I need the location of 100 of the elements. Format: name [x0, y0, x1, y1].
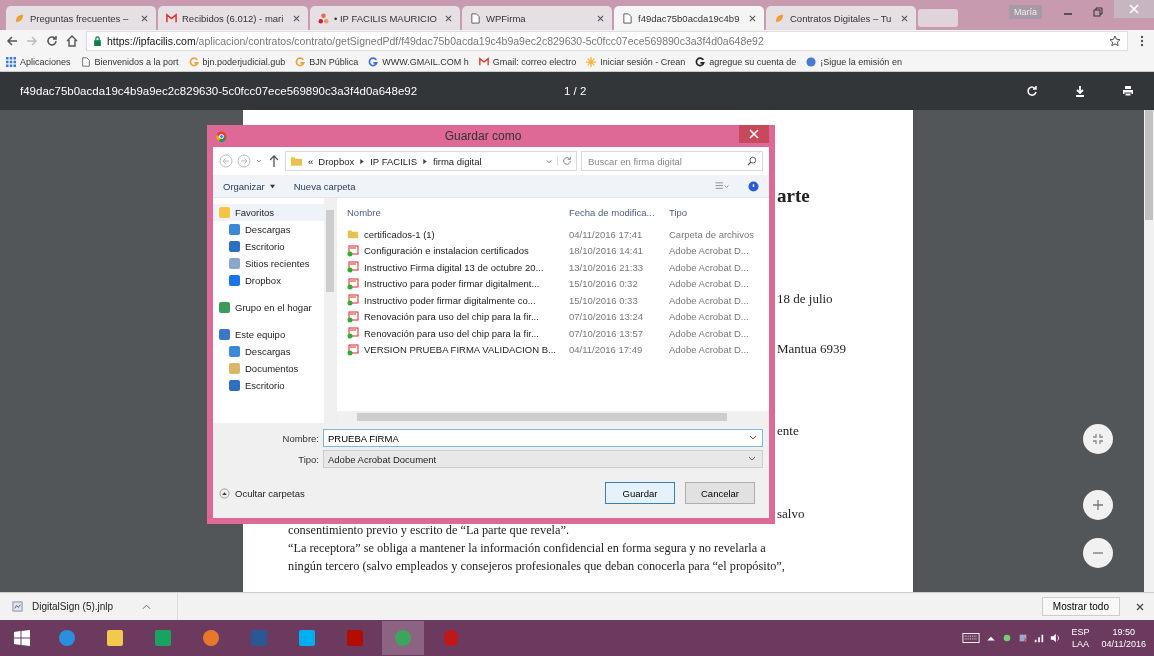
browser-tab[interactable]: Contratos Digitales – Tu	[766, 6, 916, 30]
download-icon[interactable]	[1074, 85, 1086, 97]
file-row[interactable]: Instructivo poder firmar digitalmente co... 15/10/2016 0:33 Adobe Acrobat D...	[347, 292, 769, 309]
toolbar-button[interactable]: Nueva carpeta	[293, 180, 356, 192]
clock[interactable]: 19:50 04/11/2016	[1101, 626, 1146, 650]
scrollbar[interactable]	[1144, 110, 1154, 592]
app-icon	[153, 628, 173, 648]
dialog-button[interactable]: Cancelar	[685, 482, 755, 504]
tray-icon[interactable]	[1001, 633, 1012, 643]
nav-item[interactable]: Este equipo	[213, 326, 324, 343]
bookmark-link[interactable]: agregue su cuenta de	[695, 56, 797, 67]
page-icon	[470, 12, 481, 24]
file-type-dropdown[interactable]: Adobe Acrobat Document	[323, 450, 763, 468]
bookmark-link[interactable]: Bienvenidos a la port	[80, 56, 179, 67]
windows-start-icon[interactable]	[14, 630, 30, 646]
chrome-logo-icon	[216, 130, 227, 142]
zoom-in-button[interactable]	[1083, 490, 1113, 520]
document-text: consentimiento previo y escrito de “La parte que revela”.	[287, 522, 570, 539]
close-icon[interactable]	[445, 14, 452, 22]
chevron-icon	[422, 157, 429, 165]
signal-icon[interactable]	[1033, 633, 1044, 643]
bookmark-star-icon[interactable]	[1109, 35, 1121, 47]
scrollbar[interactable]	[337, 411, 769, 423]
close-icon[interactable]	[597, 14, 604, 22]
path-field[interactable]: « Dropbox IP FACILIS firma digital	[285, 151, 577, 171]
bookmark-link[interactable]: WWW.GMAIL.COM h	[368, 56, 469, 67]
caret-icon[interactable]	[749, 435, 757, 441]
browser-tab[interactable]: WPFirma	[462, 6, 612, 30]
bookmark-link[interactable]: Aplicaciones	[6, 56, 71, 67]
file-row[interactable]: Renovación para uso del chip para la fir... 07/10/2016 13:57 Adobe Acrobat D...	[347, 325, 769, 342]
file-row[interactable]: Instructivo Firma digital 13 de octubre 20... 13/10/2016 21:33 Adobe Acrobat D...	[347, 259, 769, 276]
close-icon[interactable]	[749, 14, 756, 22]
caret-icon	[748, 456, 756, 462]
home-icon[interactable]	[66, 35, 78, 47]
fit-page-button[interactable]	[1083, 424, 1113, 454]
file-row[interactable]: VERSION PRUEBA FIRMA VALIDACION B... 04/11/2016 17:49 Adobe Acrobat D...	[347, 341, 769, 358]
back-icon[interactable]	[6, 35, 18, 47]
dialog-button[interactable]: Guardar	[605, 482, 675, 504]
close-icon[interactable]	[739, 125, 769, 143]
document-text: salvo	[777, 506, 805, 522]
column-header[interactable]: Tipo	[669, 206, 769, 218]
print-icon[interactable]	[1122, 85, 1134, 97]
nav-item[interactable]: Escritorio	[213, 377, 324, 394]
address-bar[interactable]: https://ipfacilis.com/aplicacion/contratos/contrato/getSignedPdf/f49dac75b0acda19c4b9a9ec2c829630-5c0fcc07ece569890c3a3f4d0a648e92	[86, 31, 1128, 51]
close-icon[interactable]	[1136, 602, 1144, 611]
bookmark-link[interactable]: Iniciar sesión - Crean	[586, 56, 686, 67]
language-indicator[interactable]: ESP LAA	[1071, 626, 1090, 650]
file-row[interactable]: Configuración e instalacion certificados 18/10/2016 14:41 Adobe Acrobat D...	[347, 242, 769, 259]
nav-item[interactable]: Escritorio	[213, 238, 324, 255]
search-field[interactable]: Buscar en firma digital	[581, 151, 763, 171]
pdf-file-icon	[347, 261, 359, 274]
file-name-field[interactable]: PRUEBA FIRMA	[323, 429, 763, 447]
view-options-icon[interactable]	[714, 180, 730, 192]
pdf-file-icon	[347, 277, 359, 290]
nav-item[interactable]: Documentos	[213, 360, 324, 377]
toolbar-button[interactable]: Organizar	[223, 180, 276, 192]
nav-item[interactable]: Sitios recientes	[213, 255, 324, 272]
show-all-button[interactable]: Mostrar todo	[1041, 597, 1120, 616]
browser-tab[interactable]: f49dac75b0acda19c4b9	[614, 6, 764, 30]
document-text: Mantua 6939	[777, 341, 846, 357]
nav-item[interactable]: Descargas	[213, 343, 324, 360]
file-row[interactable]: Renovación para uso del chip para la fir... 07/10/2016 13:24 Adobe Acrobat D...	[347, 308, 769, 325]
hide-folders-button[interactable]: Ocultar carpetas	[219, 487, 305, 499]
leaf-icon	[14, 12, 25, 24]
nav-item[interactable]: Grupo en el hogar	[213, 299, 324, 316]
nav-item[interactable]: Descargas	[213, 221, 324, 238]
zoom-out-button[interactable]	[1083, 538, 1113, 568]
reload-icon[interactable]	[46, 35, 58, 47]
nav-item[interactable]: Favoritos	[213, 204, 324, 221]
rotate-icon[interactable]	[1026, 85, 1038, 97]
document-text: 18 de julio	[777, 291, 833, 307]
file-row[interactable]: certificados-1 (1) 04/11/2016 17:41 Carpeta de archivos	[347, 226, 769, 243]
network-icon[interactable]	[1017, 633, 1028, 643]
page-icon	[80, 56, 91, 67]
up-arrow-icon[interactable]	[267, 154, 281, 168]
app-icon	[105, 628, 125, 648]
column-header[interactable]: Nombre	[347, 206, 569, 218]
letter-icon	[695, 56, 706, 67]
keyboard-icon[interactable]	[961, 632, 980, 644]
browser-tab[interactable]: Recibidos (6.012) - mari	[158, 6, 308, 30]
browser-tab[interactable]: Preguntas frecuentes –	[6, 6, 156, 30]
scrollbar[interactable]	[324, 198, 336, 423]
file-name: Renovación para uso del chip para la fir...	[364, 311, 539, 323]
file-icon	[12, 601, 23, 612]
app-icon	[393, 628, 413, 648]
bookmark-link[interactable]: ¡Sigue la emisión en	[806, 56, 902, 67]
help-icon[interactable]	[748, 180, 759, 192]
browser-tab[interactable]: • IP FACILIS MAURICIO	[310, 6, 460, 30]
bookmark-link[interactable]: bjn.poderjudicial.gub	[188, 56, 286, 67]
close-icon[interactable]	[141, 14, 148, 22]
close-icon[interactable]	[901, 14, 908, 22]
bookmark-link[interactable]: Gmail: correo electro	[478, 56, 577, 67]
nav-item[interactable]: Dropbox	[213, 272, 324, 289]
column-header[interactable]: Fecha de modifica...	[569, 206, 669, 218]
volume-icon[interactable]	[1049, 633, 1060, 643]
close-icon[interactable]	[293, 14, 300, 22]
bookmark-link[interactable]: BJN Pública	[295, 56, 359, 67]
restore-icon[interactable]	[1092, 6, 1104, 18]
app-icon	[57, 628, 77, 648]
file-row[interactable]: Instructivo para poder firmar digitalment... 15/10/2016 0:32 Adobe Acrobat D...	[347, 275, 769, 292]
